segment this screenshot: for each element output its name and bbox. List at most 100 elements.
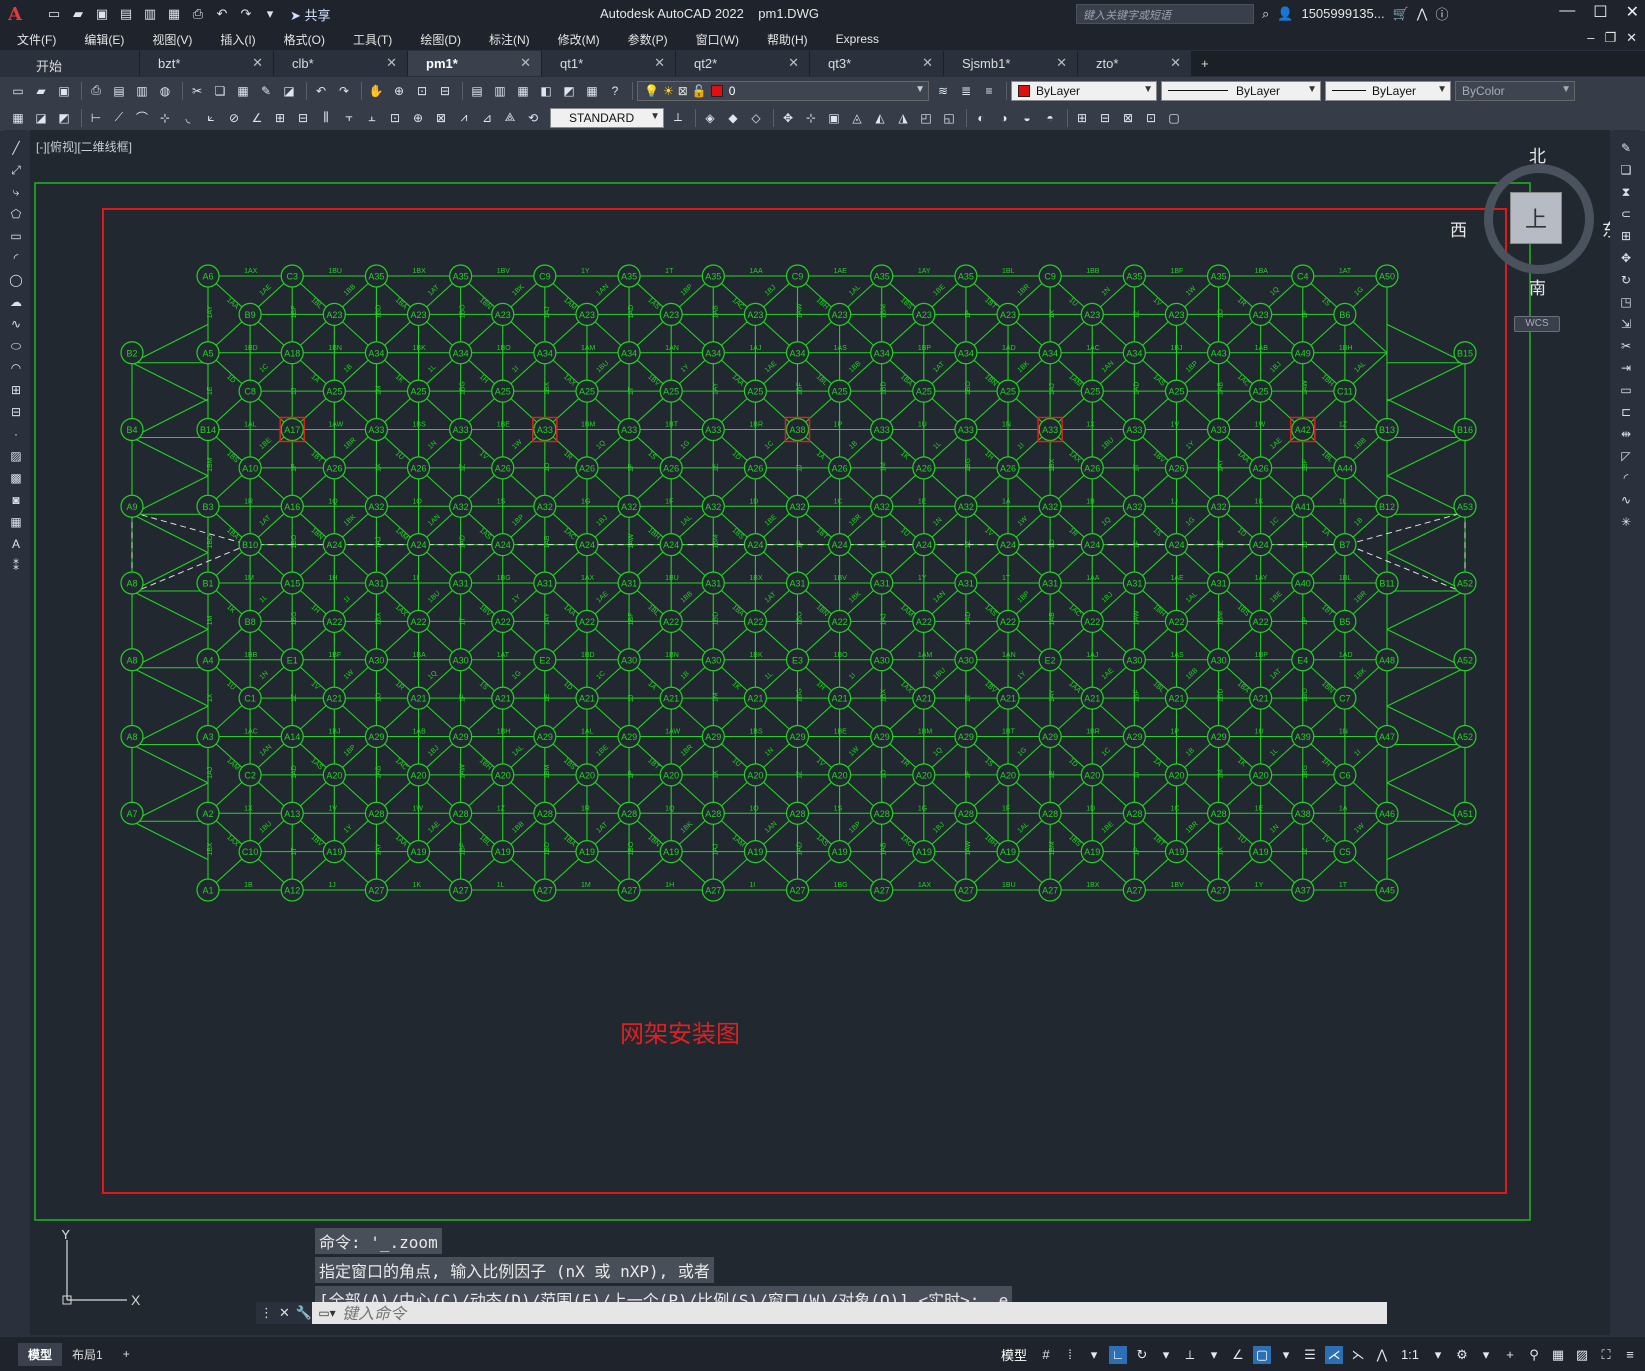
command-input[interactable]	[342, 1303, 1387, 1323]
add-selected-icon[interactable]: ⁑	[7, 558, 25, 574]
model-space-toggle[interactable]: 模型	[1001, 1345, 1027, 1364]
compass-south[interactable]: 南	[1529, 274, 1546, 299]
properties-icon[interactable]: ▤	[467, 81, 487, 101]
copy-icon[interactable]: ❏	[210, 81, 230, 101]
grip-icon[interactable]: ⋮	[260, 1305, 273, 1321]
compass-east[interactable]: 东	[1602, 216, 1610, 241]
calculator-icon[interactable]: ▦	[582, 81, 602, 101]
chamfer-icon[interactable]: ◸	[1617, 448, 1635, 464]
image-icon[interactable]: ⊠	[1118, 108, 1138, 128]
tab-clb[interactable]: clb* ✕	[274, 51, 408, 76]
menu-modify[interactable]: 修改(M)	[541, 31, 611, 48]
object-snap-icon[interactable]: ▢	[1253, 1345, 1271, 1364]
menu-dimension[interactable]: 标注(N)	[472, 31, 541, 48]
viewcube-face-top[interactable]: 上	[1510, 192, 1562, 244]
linear-dim-icon[interactable]: ⊢	[86, 108, 106, 128]
print-file-icon[interactable]: ▥	[140, 4, 160, 24]
sheet-set-icon[interactable]: ◧	[536, 81, 556, 101]
menu-window[interactable]: 窗口(W)	[679, 31, 750, 48]
gradient-icon[interactable]: ▩	[7, 470, 25, 486]
angular-dim-icon[interactable]: ∠	[247, 108, 267, 128]
polar-icon[interactable]: ↻	[1133, 1346, 1151, 1364]
plotstyle-dropdown[interactable]: ByColor ▼	[1455, 80, 1575, 101]
tab-bzt[interactable]: bzt* ✕	[140, 51, 274, 76]
join-icon[interactable]: ⇹	[1617, 426, 1635, 442]
ucs-icon[interactable]: ◆	[723, 108, 743, 128]
explode-icon[interactable]: ✳	[1617, 514, 1635, 530]
circle-icon[interactable]: ◯	[7, 272, 25, 288]
doc-minimize-icon[interactable]: –	[1587, 30, 1594, 46]
publish-icon[interactable]: ▦	[164, 4, 184, 24]
cart-icon[interactable]: 🛒	[1393, 6, 1409, 22]
layer-properties-icon[interactable]: ≋	[933, 81, 953, 101]
matchprop-icon[interactable]: ✎	[256, 81, 276, 101]
insert-block-icon[interactable]: ⊞	[1072, 108, 1092, 128]
plot-icon[interactable]: ⎙	[188, 4, 208, 24]
ucs-object-icon[interactable]: ▣	[824, 108, 844, 128]
ucs-world-icon[interactable]: ◇	[746, 108, 766, 128]
menu-draw[interactable]: 绘图(D)	[403, 31, 472, 48]
extend-icon[interactable]: ⇥	[1617, 360, 1635, 376]
new-file-icon[interactable]: ▭	[44, 4, 64, 24]
design-center-icon[interactable]: ▥	[490, 81, 510, 101]
layer-dropdown[interactable]: 💡 ☀ ⊠ 🔓 0 ▼	[637, 80, 929, 101]
object-snap-tracking-icon[interactable]: ∠	[1229, 1346, 1247, 1364]
ucs-face-icon[interactable]: ◬	[847, 108, 867, 128]
save-icon[interactable]: ▣	[54, 81, 74, 101]
wcs-menu[interactable]: WCS	[1514, 316, 1560, 332]
zoom-window-icon[interactable]: ⊡	[412, 81, 432, 101]
add-icon[interactable]: +	[1501, 1346, 1519, 1364]
revcloud-icon[interactable]: ☁	[7, 294, 25, 310]
tab-qt1[interactable]: qt1* ✕	[542, 51, 676, 76]
pan-icon[interactable]: ✋	[366, 81, 386, 101]
menu-format[interactable]: 格式(O)	[267, 31, 336, 48]
lineweight-dropdown[interactable]: ByLayer ▼	[1325, 80, 1451, 101]
user-name[interactable]: 1505999135...	[1301, 6, 1384, 21]
array-icon[interactable]: ⊞	[1617, 228, 1635, 244]
chevron-down-icon[interactable]: ▾	[1477, 1346, 1495, 1364]
annotation-scale-icon[interactable]: ⋀	[1373, 1346, 1391, 1364]
diameter-dim-icon[interactable]: ⊘	[224, 108, 244, 128]
ucs-z-icon[interactable]: ◱	[939, 108, 959, 128]
user-icon[interactable]: 👤	[1277, 6, 1293, 22]
region-icon[interactable]: ◙	[7, 492, 25, 508]
menu-help[interactable]: 帮助(H)	[750, 31, 819, 48]
polygon-icon[interactable]: ⬠	[7, 206, 25, 222]
open-icon[interactable]: ▰	[31, 81, 51, 101]
ucs-x-icon[interactable]: ◮	[893, 108, 913, 128]
chevron-down-icon[interactable]: ▾	[1277, 1346, 1295, 1364]
dimtedit-icon[interactable]: ⟁	[500, 108, 520, 128]
minimize-icon[interactable]: —	[1559, 2, 1575, 22]
tool-palettes-icon[interactable]: ▦	[513, 81, 533, 101]
linetype-dropdown[interactable]: ByLayer ▼	[1161, 80, 1321, 101]
close-icon[interactable]: ✕	[1626, 2, 1639, 22]
qnew-icon[interactable]: ▭	[8, 81, 28, 101]
clean-screen-icon[interactable]: ▨	[1573, 1346, 1591, 1364]
polyline-icon[interactable]: ⤷	[7, 184, 25, 200]
xref-icon[interactable]: ⊟	[1095, 108, 1115, 128]
menu-tools[interactable]: 工具(T)	[336, 31, 403, 48]
open-file-icon[interactable]: ▰	[68, 4, 88, 24]
chevron-down-icon[interactable]: ▾	[1085, 1346, 1103, 1364]
viewcube[interactable]: 上 北 南 东 西 WCS	[1450, 142, 1610, 332]
tab-close-icon[interactable]: ✕	[386, 55, 397, 71]
tab-close-icon[interactable]: ✕	[252, 55, 263, 71]
ucs-view-icon[interactable]: ◭	[870, 108, 890, 128]
move-icon[interactable]: ✥	[778, 108, 798, 128]
construction-line-icon[interactable]: ⤢	[7, 162, 25, 178]
lights-icon[interactable]: ◓	[1040, 108, 1060, 128]
undo-icon[interactable]: ↶	[212, 4, 232, 24]
menu-file[interactable]: 文件(F)	[0, 31, 67, 48]
materials-icon[interactable]: ◒	[1017, 108, 1037, 128]
ucs-origin-icon[interactable]: ⊹	[801, 108, 821, 128]
customize-dropdown-icon[interactable]: ▾	[260, 4, 280, 24]
tab-close-icon[interactable]: ✕	[654, 55, 665, 71]
scale-value[interactable]: 1:1	[1397, 1346, 1423, 1364]
aligned-dim-icon[interactable]: ⟋	[109, 108, 129, 128]
spline-icon[interactable]: ∿	[7, 316, 25, 332]
render-icon[interactable]: ◑	[994, 108, 1014, 128]
publish-icon[interactable]: ▥	[132, 81, 152, 101]
fullscreen-icon[interactable]: ⛶	[1597, 1346, 1615, 1364]
color-dropdown[interactable]: ByLayer ▼	[1011, 80, 1157, 101]
search-icon[interactable]: ⌕	[1262, 6, 1269, 22]
